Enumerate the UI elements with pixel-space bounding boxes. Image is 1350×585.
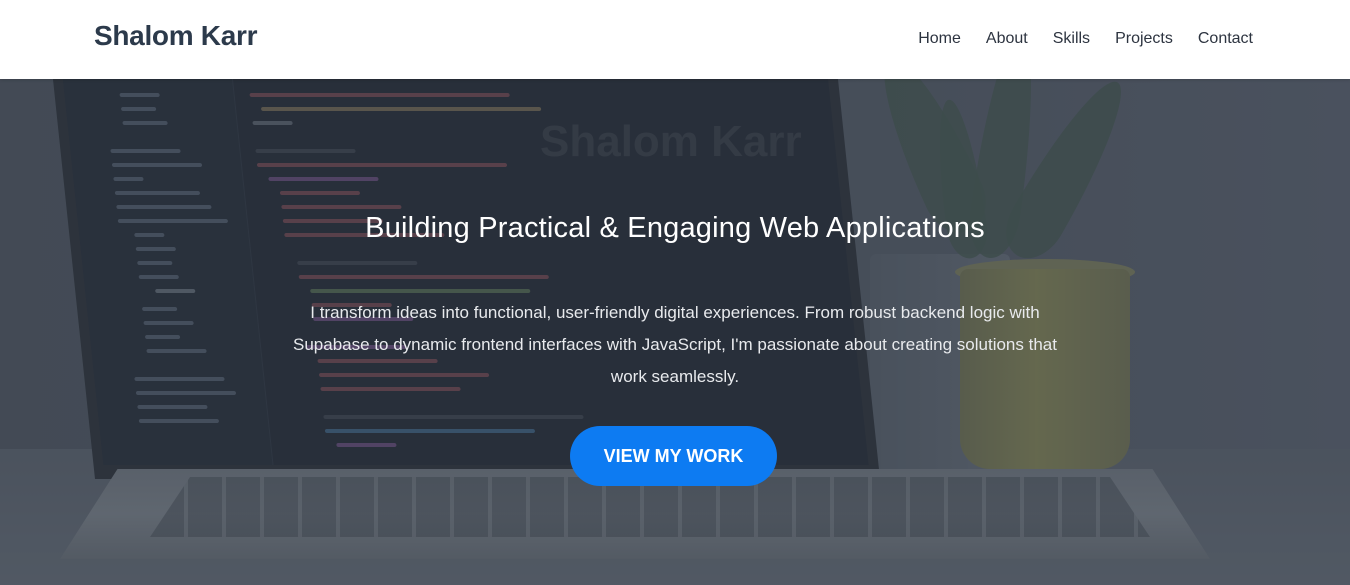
- nav-item-home[interactable]: Home: [918, 30, 961, 48]
- main-nav: Home About Skills Projects Contact: [893, 30, 1253, 48]
- navbar: Shalom Karr Home About Skills Projects C…: [0, 0, 1350, 79]
- nav-item-skills[interactable]: Skills: [1053, 30, 1090, 48]
- view-my-work-button[interactable]: VIEW MY WORK: [570, 426, 777, 486]
- nav-item-about[interactable]: About: [986, 30, 1028, 48]
- brand-logo[interactable]: Shalom Karr: [94, 20, 258, 52]
- hero-content: Building Practical & Engaging Web Applic…: [0, 79, 1350, 585]
- hero-section: Shalom Karr Building Practical & Engagin…: [0, 79, 1350, 585]
- nav-item-projects[interactable]: Projects: [1115, 30, 1173, 48]
- nav-item-contact[interactable]: Contact: [1198, 30, 1253, 48]
- hero-description: I transform ideas into functional, user-…: [293, 303, 1057, 386]
- hero-title: Building Practical & Engaging Web Applic…: [365, 212, 985, 244]
